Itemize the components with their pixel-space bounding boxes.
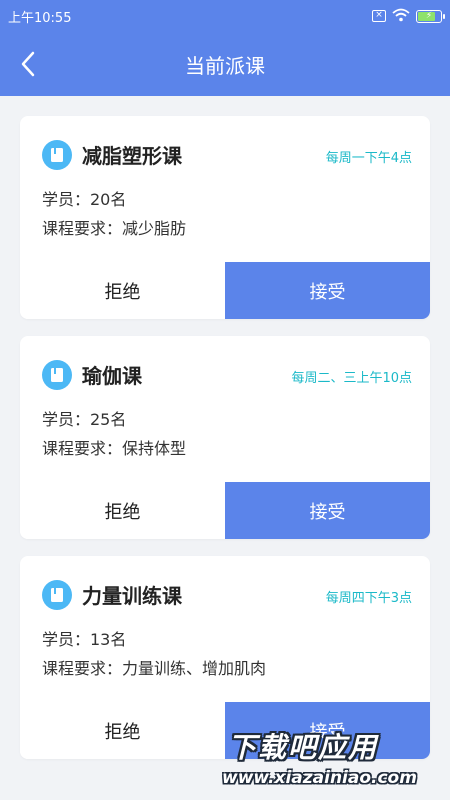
nav-bar: 当前派课 — [0, 32, 450, 96]
course-time: 每周二、三上午10点 — [291, 371, 412, 386]
watermark-url: www.xiazainiao.com — [222, 768, 417, 788]
course-students: 学员：20名 — [42, 190, 127, 209]
course-requirement: 课程要求：保持体型 — [42, 439, 187, 458]
book-icon — [42, 360, 72, 390]
course-requirement: 课程要求：力量训练、增加肌肉 — [42, 659, 267, 678]
book-icon — [42, 140, 72, 170]
battery-charging-icon: ⚡ — [416, 9, 445, 23]
status-icons: × ⚡ — [372, 7, 445, 26]
course-name: 减脂塑形课 — [82, 144, 182, 168]
reject-button[interactable]: 拒绝 — [20, 262, 225, 319]
accept-button[interactable]: 接受 — [225, 482, 430, 539]
reject-button[interactable]: 拒绝 — [20, 482, 225, 539]
status-bar: 上午10:55 × ⚡ — [0, 0, 450, 32]
watermark: 下载吧应用 www.xiazainiao.com — [222, 724, 442, 794]
reject-button[interactable]: 拒绝 — [20, 702, 225, 759]
course-time: 每周一下午4点 — [325, 151, 412, 166]
status-time: 上午10:55 — [8, 11, 72, 26]
course-students: 学员：13名 — [42, 630, 127, 649]
book-icon — [42, 580, 72, 610]
course-card: 减脂塑形课 每周一下午4点 学员：20名 课程要求：减少脂肪 拒绝 接受 — [20, 116, 430, 319]
course-card: 瑜伽课 每周二、三上午10点 学员：25名 课程要求：保持体型 拒绝 接受 — [20, 336, 430, 539]
course-time: 每周四下午3点 — [325, 591, 412, 606]
course-students: 学员：25名 — [42, 410, 127, 429]
sim-no-signal-icon: × — [372, 10, 386, 22]
course-name: 瑜伽课 — [82, 364, 142, 388]
page-title: 当前派课 — [185, 54, 265, 78]
course-name: 力量训练课 — [82, 584, 182, 608]
wifi-icon — [392, 7, 410, 26]
course-requirement: 课程要求：减少脂肪 — [42, 219, 187, 238]
accept-button[interactable]: 接受 — [225, 262, 430, 319]
watermark-title: 下载吧应用 — [228, 731, 379, 764]
